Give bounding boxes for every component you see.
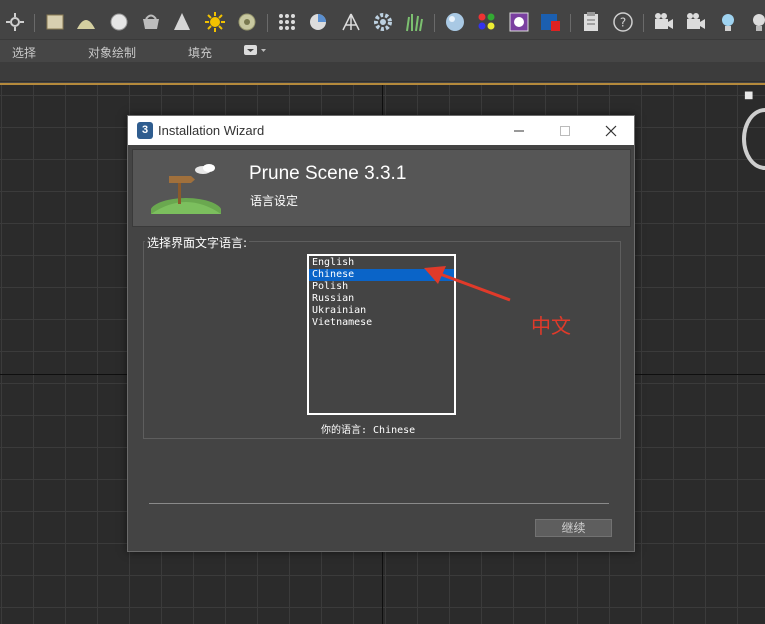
red-arrow-annotation bbox=[424, 266, 511, 302]
palette-icon[interactable] bbox=[476, 11, 498, 33]
language-option-vietnamese[interactable]: Vietnamese bbox=[309, 317, 454, 329]
footer-divider bbox=[149, 503, 609, 504]
minimize-button[interactable] bbox=[496, 116, 542, 145]
bulb-list-icon[interactable] bbox=[748, 11, 765, 33]
paint-icon[interactable] bbox=[508, 11, 530, 33]
gear-icon[interactable] bbox=[372, 11, 394, 33]
selection-icon[interactable] bbox=[4, 11, 26, 33]
tripod-icon[interactable] bbox=[340, 11, 362, 33]
dialog-title: Installation Wizard bbox=[158, 123, 265, 138]
ribbon-panel bbox=[0, 62, 765, 82]
sphere-icon[interactable] bbox=[236, 11, 258, 33]
render-icon[interactable] bbox=[539, 11, 561, 33]
product-name: Prune Scene 3.3.1 bbox=[249, 163, 407, 184]
bulb-icon[interactable] bbox=[717, 11, 739, 33]
step-subtitle: 语言设定 bbox=[250, 194, 299, 208]
close-button[interactable] bbox=[588, 116, 634, 145]
hill-signpost-logo bbox=[151, 164, 221, 214]
cone-icon[interactable] bbox=[171, 11, 193, 33]
home-icon[interactable]: ■ bbox=[744, 90, 753, 101]
continue-button[interactable]: 继续 bbox=[535, 519, 612, 537]
pie-icon[interactable] bbox=[307, 11, 329, 33]
ball-icon[interactable] bbox=[444, 11, 466, 33]
camera-icon[interactable] bbox=[653, 11, 675, 33]
ribbon-menu-dropdown[interactable] bbox=[243, 43, 267, 60]
camera-list-icon[interactable] bbox=[685, 11, 707, 33]
sun-icon[interactable] bbox=[204, 11, 226, 33]
dome-icon[interactable] bbox=[75, 11, 97, 33]
grass-icon[interactable] bbox=[403, 11, 425, 33]
wizard-header: Prune Scene 3.3.1 语言设定 bbox=[132, 149, 631, 227]
main-toolbar: ? bbox=[0, 0, 765, 40]
ribbon-tab-object-paint[interactable]: 对象绘制 bbox=[88, 44, 136, 61]
language-group-label: 选择界面文字语言: bbox=[145, 234, 250, 251]
frame-icon[interactable] bbox=[44, 11, 66, 33]
maximize-button bbox=[542, 116, 588, 145]
annotation-label: 中文 bbox=[531, 314, 571, 338]
app-icon: 3 bbox=[137, 122, 153, 139]
dots-icon[interactable] bbox=[276, 11, 298, 33]
dialog-titlebar[interactable]: 3 Installation Wizard bbox=[128, 116, 634, 145]
circle-icon[interactable] bbox=[108, 11, 130, 33]
language-option-ukrainian[interactable]: Ukrainian bbox=[309, 305, 454, 317]
ribbon-tab-select[interactable]: 选择 bbox=[12, 44, 36, 61]
svg-text:?: ? bbox=[620, 16, 626, 30]
help-icon[interactable]: ? bbox=[612, 11, 634, 33]
current-language-readout: 你的语言: Chinese bbox=[321, 425, 416, 436]
basket-icon[interactable] bbox=[140, 11, 162, 33]
clipboard-icon[interactable] bbox=[580, 11, 602, 33]
ribbon-tab-fill[interactable]: 填充 bbox=[188, 44, 212, 61]
ribbon-tabs: 选择 对象绘制 填充 bbox=[0, 40, 765, 62]
